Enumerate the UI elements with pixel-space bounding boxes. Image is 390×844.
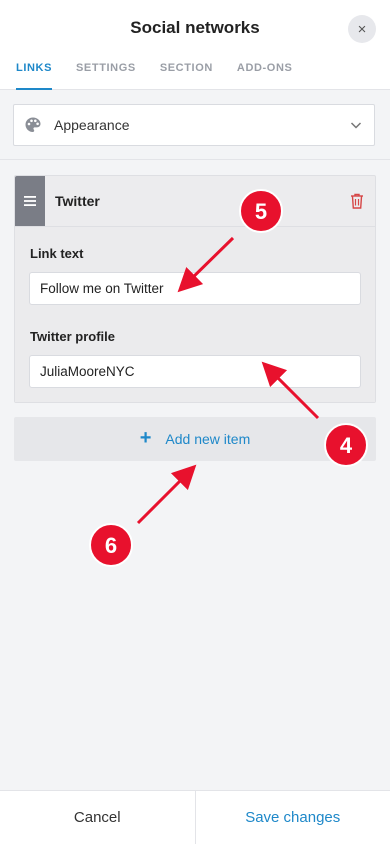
- annotation-badge-6: 6: [89, 523, 133, 567]
- item-title: Twitter: [55, 193, 100, 209]
- item-header: Twitter: [15, 176, 377, 226]
- palette-icon: [25, 117, 41, 132]
- annotation-arrow-6: [136, 464, 197, 525]
- twitter-profile-input[interactable]: [29, 355, 361, 388]
- page-title: Social networks: [130, 18, 260, 37]
- top-bar: Social networks × LINKS SETTINGS SECTION…: [0, 0, 390, 90]
- close-icon: ×: [357, 20, 367, 38]
- appearance-dropdown[interactable]: Appearance: [13, 104, 375, 146]
- footer-bar: Cancel Save changes: [0, 790, 390, 844]
- plus-icon: +: [139, 426, 152, 449]
- add-new-item-button[interactable]: + Add new item: [14, 417, 376, 461]
- tab-links[interactable]: LINKS: [16, 62, 52, 90]
- item-body: Link text Twitter profile: [15, 226, 375, 402]
- drag-handle[interactable]: [15, 176, 45, 226]
- tab-settings[interactable]: SETTINGS: [76, 62, 136, 90]
- tab-bar: LINKS SETTINGS SECTION ADD-ONS: [16, 62, 316, 90]
- twitter-profile-label: Twitter profile: [30, 329, 115, 344]
- link-text-input[interactable]: [29, 272, 361, 305]
- tab-section[interactable]: SECTION: [160, 62, 213, 90]
- appearance-label: Appearance: [54, 117, 130, 133]
- annotation-number-6: 6: [105, 533, 117, 558]
- social-item-card: Twitter Link text Twitter profile: [14, 175, 376, 403]
- cancel-button[interactable]: Cancel: [0, 791, 196, 844]
- save-changes-button[interactable]: Save changes: [196, 791, 390, 844]
- close-button[interactable]: ×: [348, 15, 376, 43]
- hamburger-icon: [24, 196, 36, 206]
- trash-icon[interactable]: [349, 192, 365, 210]
- tab-add-ons[interactable]: ADD-ONS: [237, 62, 293, 90]
- add-new-item-label: Add new item: [165, 431, 251, 447]
- divider: [0, 159, 390, 160]
- link-text-label: Link text: [30, 246, 84, 261]
- chevron-down-icon: [350, 122, 362, 129]
